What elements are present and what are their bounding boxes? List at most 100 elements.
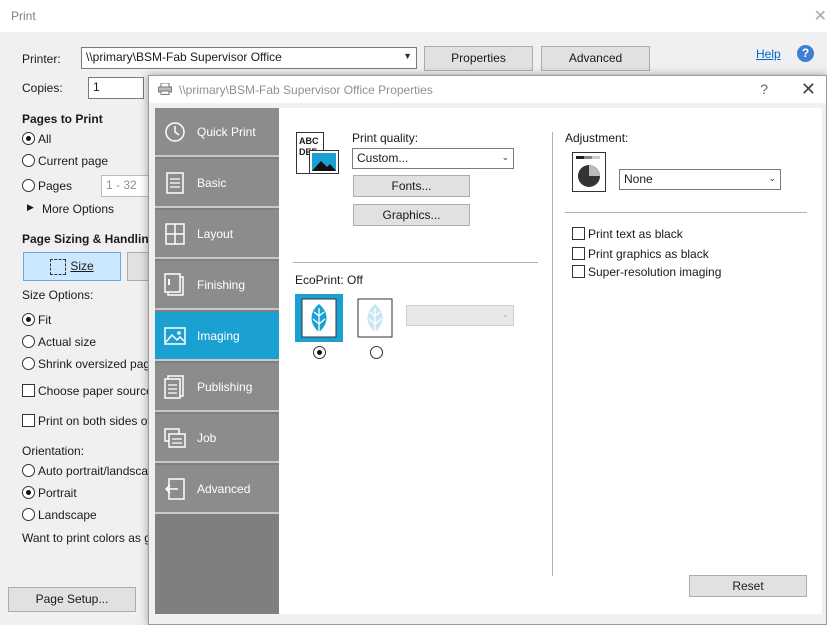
publishing-icon — [164, 375, 184, 399]
fit-radio[interactable] — [22, 313, 35, 326]
printer-icon — [158, 83, 172, 95]
actual-size-label: Actual size — [38, 335, 97, 349]
copies-input[interactable]: 1 — [88, 77, 144, 99]
image-icon — [164, 327, 186, 345]
advanced-button[interactable]: Advanced — [541, 46, 650, 71]
printer-select[interactable]: \\primary\BSM-Fab Supervisor Office ▼ — [81, 47, 417, 69]
current-page-label: Current page — [38, 154, 109, 168]
print-quality-select[interactable]: Custom... ⌄ — [352, 148, 514, 169]
nav-item-quick-print[interactable]: Quick Print — [155, 108, 279, 157]
pages-range-input[interactable]: 1 - 32 — [101, 175, 151, 197]
choose-paper-label: Choose paper source — [38, 384, 153, 398]
close-icon[interactable]: ✕ — [801, 79, 816, 100]
nav-item-imaging[interactable]: Imaging — [155, 312, 279, 361]
print-text-black-checkbox[interactable] — [572, 227, 585, 240]
adjustment-divider — [565, 212, 807, 213]
landscape-image-icon — [309, 150, 339, 174]
chevron-down-icon: ⌄ — [501, 152, 509, 162]
colors-question: Want to print colors as g — [22, 531, 151, 545]
portrait-radio[interactable] — [22, 486, 35, 499]
section-divider — [293, 262, 538, 263]
job-icon — [164, 428, 186, 448]
nav-label: Basic — [197, 176, 227, 190]
size-button[interactable]: Size — [23, 252, 121, 281]
both-sides-label: Print on both sides of — [38, 414, 151, 428]
super-resolution-label: Super-resolution imaging — [588, 265, 722, 279]
graphics-button[interactable]: Graphics... — [353, 204, 470, 226]
both-sides-checkbox[interactable] — [22, 414, 35, 427]
pages-to-print-heading: Pages to Print — [22, 112, 103, 126]
reset-button[interactable]: Reset — [689, 575, 807, 597]
nav-label: Job — [197, 431, 217, 445]
chevron-down-icon: ▼ — [403, 51, 412, 61]
print-graphics-black-checkbox[interactable] — [572, 247, 585, 260]
nav-item-layout[interactable]: Layout — [155, 210, 279, 259]
size-button-label: Size — [70, 259, 94, 273]
actual-size-radio[interactable] — [22, 335, 35, 348]
nav-item-advanced[interactable]: Advanced — [155, 465, 279, 514]
help-question-icon[interactable]: ? — [760, 81, 768, 97]
adjustment-pie-icon — [572, 152, 606, 192]
properties-button[interactable]: Properties — [424, 46, 533, 71]
nav-item-basic[interactable]: Basic — [155, 159, 279, 208]
nav-label: Quick Print — [197, 125, 256, 139]
auto-orientation-label: Auto portrait/landsca — [38, 464, 149, 478]
ecoprint-label: EcoPrint: — [295, 273, 344, 287]
expand-arrow-icon[interactable]: ▶ — [27, 202, 34, 213]
properties-title: \\primary\BSM-Fab Supervisor Office Prop… — [179, 83, 433, 97]
close-icon[interactable]: ✕ — [814, 6, 827, 26]
ecoprint-on-radio[interactable] — [313, 346, 326, 359]
all-pages-label: All — [38, 132, 52, 146]
choose-paper-checkbox[interactable] — [22, 384, 35, 397]
pages-radio[interactable] — [22, 179, 35, 192]
copies-value: 1 — [93, 80, 100, 94]
nav-item-finishing[interactable]: Finishing — [155, 261, 279, 310]
document-icon — [166, 172, 184, 194]
nav-item-publishing[interactable]: Publishing — [155, 363, 279, 412]
properties-sidebar: Quick Print Basic Layout Finishing Imagi… — [155, 108, 279, 614]
adjustment-value: None — [624, 172, 653, 186]
print-graphics-black-label: Print graphics as black — [588, 247, 709, 261]
poster-button[interactable] — [127, 252, 149, 281]
help-icon[interactable]: ? — [797, 45, 814, 62]
ecoprint-off-radio[interactable] — [370, 346, 383, 359]
leaf-page-light-icon[interactable] — [357, 298, 393, 338]
layout-grid-icon — [165, 223, 185, 245]
nav-label: Imaging — [197, 329, 240, 343]
shrink-label: Shrink oversized page — [38, 357, 157, 371]
fit-label: Fit — [38, 313, 52, 327]
ecoprint-value: Off — [347, 273, 363, 287]
properties-titlebar: \\primary\BSM-Fab Supervisor Office Prop… — [149, 76, 826, 103]
current-page-radio[interactable] — [22, 154, 35, 167]
fonts-button[interactable]: Fonts... — [353, 175, 470, 197]
more-options-link[interactable]: More Options — [42, 202, 114, 216]
auto-orientation-radio[interactable] — [22, 464, 35, 477]
properties-dialog: \\primary\BSM-Fab Supervisor Office Prop… — [148, 75, 827, 625]
chevron-down-icon: ⌄ — [768, 173, 776, 183]
print-quality-value: Custom... — [357, 151, 409, 165]
pages-label: Pages — [38, 179, 73, 193]
nav-label: Layout — [197, 227, 234, 241]
super-resolution-checkbox[interactable] — [572, 265, 585, 278]
ecoprint-level-select[interactable]: ⌄ — [406, 305, 514, 326]
portrait-label: Portrait — [38, 486, 77, 500]
page-setup-button[interactable]: Page Setup... — [8, 587, 136, 612]
all-pages-radio[interactable] — [22, 132, 35, 145]
print-text-black-label: Print text as black — [588, 227, 683, 241]
abc-text: ABC — [299, 136, 319, 146]
print-window-title: Print — [11, 9, 36, 23]
ecoprint-on-option[interactable] — [295, 294, 343, 342]
print-titlebar: Print ✕ — [0, 0, 827, 32]
nav-item-job[interactable]: Job — [155, 414, 279, 463]
landscape-radio[interactable] — [22, 508, 35, 521]
print-quality-label: Print quality: — [352, 131, 419, 145]
adjustment-select[interactable]: None ⌄ — [619, 169, 781, 190]
shrink-radio[interactable] — [22, 357, 35, 370]
help-link[interactable]: Help — [756, 47, 781, 61]
landscape-label: Landscape — [38, 508, 97, 522]
orientation-heading: Orientation: — [22, 444, 85, 458]
page-sizing-heading: Page Sizing & Handling — [22, 232, 157, 246]
nav-label: Publishing — [197, 380, 253, 394]
column-divider — [552, 132, 553, 576]
advanced-icon — [164, 478, 185, 500]
